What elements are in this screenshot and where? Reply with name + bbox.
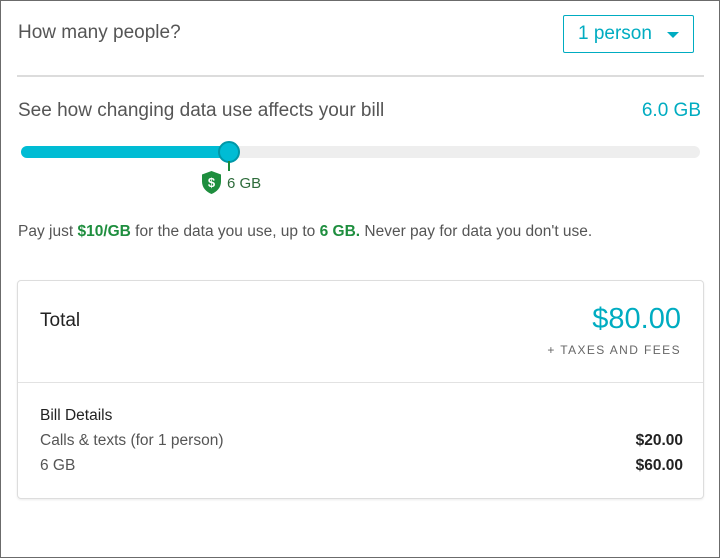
pay-rate: $10/GB xyxy=(77,223,131,240)
pay-cap: 6 GB. xyxy=(319,223,361,240)
people-question: How many people? xyxy=(18,22,181,43)
taxes-note: + TAXES AND FEES xyxy=(547,343,681,357)
slider-fill xyxy=(21,146,235,158)
pay-suffix: Never pay for data you don't use. xyxy=(360,223,593,240)
data-use-label: See how changing data use affects your b… xyxy=(18,100,385,121)
svg-text:$: $ xyxy=(208,175,216,190)
slider-thumb[interactable] xyxy=(218,141,240,163)
marker-tick xyxy=(228,161,230,171)
data-use-value: 6.0 GB xyxy=(641,100,701,121)
bill-row-amount: $20.00 xyxy=(635,432,683,449)
dollar-shield-icon: $ xyxy=(202,171,221,194)
bill-details-title: Bill Details xyxy=(40,407,113,424)
total-label: Total xyxy=(40,310,81,331)
pricing-panel: How many people? 1 person See how changi… xyxy=(0,0,720,558)
section-divider xyxy=(17,75,704,77)
bill-row: Calls & texts (for 1 person) $20.00 xyxy=(40,432,683,450)
data-use-slider[interactable] xyxy=(21,141,700,163)
card-divider xyxy=(18,382,703,383)
total-amount: $80.00 xyxy=(592,303,681,335)
caret-down-icon xyxy=(667,32,679,38)
bill-row-label: 6 GB xyxy=(40,457,76,474)
pricing-explanation: Pay just $10/GB for the data you use, up… xyxy=(18,223,592,241)
marker-label: 6 GB xyxy=(227,175,262,192)
pay-middle: for the data you use, up to xyxy=(130,223,320,240)
bill-summary-card: Total $80.00 + TAXES AND FEES Bill Detai… xyxy=(17,280,704,499)
bill-row-amount: $60.00 xyxy=(635,457,683,474)
bill-row: 6 GB $60.00 xyxy=(40,457,683,475)
people-count-dropdown[interactable]: 1 person xyxy=(563,15,694,53)
bill-row-label: Calls & texts (for 1 person) xyxy=(40,432,224,449)
people-count-value: 1 person xyxy=(578,23,652,44)
pay-prefix: Pay just xyxy=(18,223,78,240)
